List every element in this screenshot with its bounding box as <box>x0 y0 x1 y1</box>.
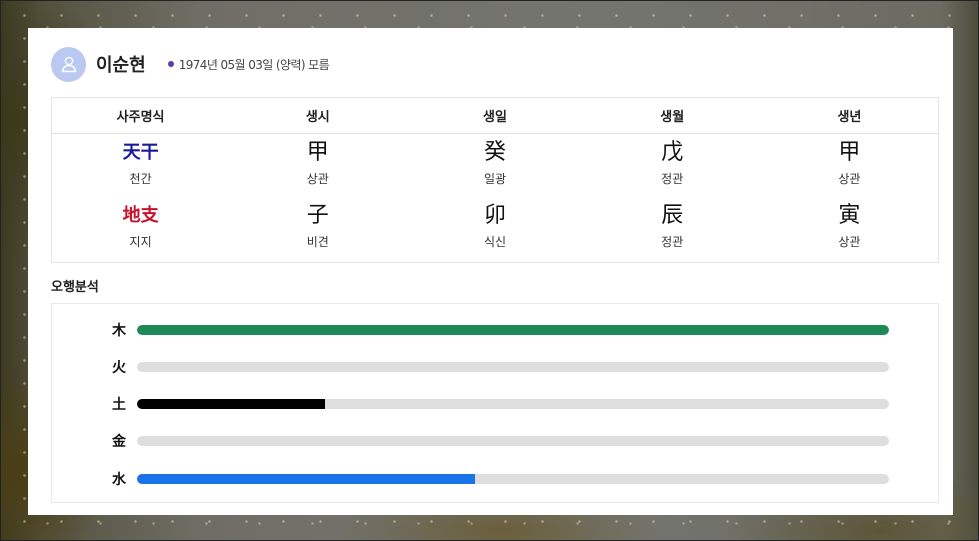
saju-table-header: 사주명식 생시 생일 생월 생년 <box>52 98 938 134</box>
user-icon <box>61 56 76 73</box>
branch-sub: 식신 <box>483 235 507 249</box>
element-track <box>137 325 889 335</box>
branch-char: 卯 <box>484 203 507 228</box>
pillar-hour-stem: 甲 상관 <box>229 134 406 197</box>
pillar-hour-branch: 子 비견 <box>229 197 406 260</box>
row-label-hanja: 天干 <box>122 142 159 163</box>
pillar-year-branch: 寅 상관 <box>761 197 938 260</box>
ohaeng-title: 오행분석 <box>51 280 99 295</box>
element-fill <box>137 474 476 484</box>
user-name: 이순현 <box>96 55 146 76</box>
pillar-day-branch: 卯 식신 <box>406 197 583 260</box>
birth-info: 1974년 05월 03일 (양력) 모름 <box>167 56 330 73</box>
element-label: 木 <box>112 323 126 339</box>
row-label-sub: 천간 <box>129 172 152 186</box>
stem-sub: 상관 <box>838 172 861 186</box>
branch-char: 寅 <box>838 203 861 228</box>
stem-char: 戊 <box>661 140 684 165</box>
header-month: 생월 <box>660 110 685 125</box>
element-fill <box>137 399 325 409</box>
birth-date: 1974년 05월 03일 (양력) 모름 <box>178 57 330 72</box>
branch-sub: 정관 <box>661 235 684 249</box>
element-row-earth: 土 <box>52 394 938 414</box>
bullet-icon <box>167 61 174 67</box>
element-label: 水 <box>112 472 126 488</box>
row-label-cell: 地支 지지 <box>52 197 229 260</box>
element-label: 土 <box>112 397 126 413</box>
pillar-month-stem: 戊 정관 <box>584 134 761 197</box>
element-row-fire: 火 <box>52 357 938 377</box>
avatar <box>51 46 86 82</box>
stem-sub: 상관 <box>306 172 329 186</box>
element-label: 火 <box>112 360 126 376</box>
element-fill <box>137 325 889 335</box>
pillar-day-stem: 癸 일광 <box>406 134 583 197</box>
saju-row-cheongan: 天干 천간 甲 상관 癸 일광 戊 정관 甲 상관 <box>52 134 938 197</box>
element-row-water: 水 <box>52 469 938 489</box>
header-day: 생일 <box>483 110 507 125</box>
branch-char: 辰 <box>661 203 684 228</box>
element-track <box>137 399 889 409</box>
row-label-cell: 天干 천간 <box>52 134 229 197</box>
header-saju: 사주명식 <box>116 110 165 125</box>
stem-char: 甲 <box>306 140 329 165</box>
header-hour: 생시 <box>305 110 330 125</box>
stem-sub: 일광 <box>483 172 507 186</box>
row-label-sub: 지지 <box>129 235 152 249</box>
element-track <box>137 362 889 372</box>
branch-sub: 비견 <box>306 235 329 249</box>
element-row-wood: 木 <box>52 320 938 340</box>
ohaeng-chart: 木 火 土 金 水 <box>51 303 939 503</box>
stem-char: 甲 <box>838 140 861 165</box>
row-label-hanja: 地支 <box>122 205 159 226</box>
saju-panel: 이순현 1974년 05월 03일 (양력) 모름 사주명식 생시 생일 생월 … <box>28 28 953 515</box>
element-track <box>137 474 889 484</box>
saju-table: 사주명식 생시 생일 생월 생년 天干 천간 甲 상관 癸 일광 戊 정관 甲 … <box>51 97 939 263</box>
saju-row-jiji: 地支 지지 子 비견 卯 식신 辰 정관 寅 상관 <box>52 197 938 260</box>
profile-header: 이순현 1974년 05월 03일 (양력) 모름 <box>51 46 330 82</box>
branch-char: 子 <box>306 203 329 228</box>
pillar-month-branch: 辰 정관 <box>584 197 761 260</box>
element-track <box>137 436 889 446</box>
branch-sub: 상관 <box>838 235 861 249</box>
stem-sub: 정관 <box>661 172 684 186</box>
stem-char: 癸 <box>484 140 507 165</box>
element-label: 金 <box>112 434 126 450</box>
header-year: 생년 <box>837 110 862 125</box>
pillar-year-stem: 甲 상관 <box>761 134 938 197</box>
element-row-metal: 金 <box>52 431 938 451</box>
